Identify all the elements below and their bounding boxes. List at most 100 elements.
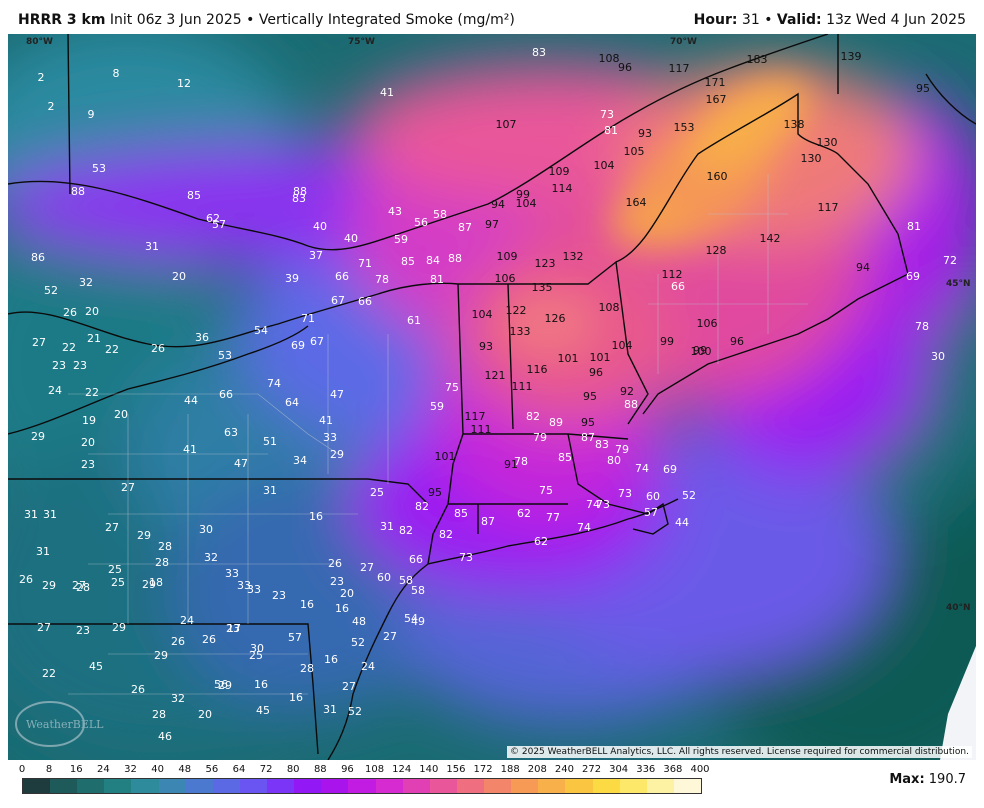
hour-value: 31	[741, 12, 760, 28]
smoke-value-label: 104	[612, 339, 633, 352]
smoke-value-label: 167	[706, 93, 727, 106]
smoke-value-label: 39	[285, 272, 299, 285]
smoke-value-label: 41	[183, 443, 197, 456]
colorbar-segment	[673, 779, 702, 793]
smoke-value-label: 78	[915, 320, 929, 333]
smoke-value-label: 81	[907, 220, 921, 233]
smoke-value-label: 88	[448, 252, 462, 265]
smoke-value-label: 19	[82, 414, 96, 427]
smoke-value-label: 20	[172, 270, 186, 283]
smoke-value-label: 104	[472, 308, 493, 321]
init-time: Init 06z 3 Jun 2025	[109, 12, 242, 28]
smoke-value-label: 56	[214, 678, 228, 691]
smoke-value-label: 56	[414, 216, 428, 229]
smoke-value-label: 95	[583, 390, 597, 403]
smoke-value-label: 46	[158, 730, 172, 743]
smoke-value-label: 94	[491, 198, 505, 211]
colorbar-segment	[484, 779, 512, 793]
smoke-value-label: 16	[324, 653, 338, 666]
colorbar-tick: 96	[341, 764, 354, 775]
colorbar-tick: 108	[365, 764, 385, 775]
colorbar-segment	[565, 779, 593, 793]
smoke-value-label: 63	[224, 426, 238, 439]
smoke-value-label: 52	[44, 284, 58, 297]
smoke-value-label: 29	[137, 529, 151, 542]
watermark-text: WeatherBELL	[26, 718, 104, 731]
smoke-value-label: 101	[590, 351, 611, 364]
valid-value: 13z Wed 4 Jun 2025	[826, 12, 966, 28]
smoke-value-label: 87	[481, 515, 495, 528]
smoke-value-label: 16	[289, 691, 303, 704]
smoke-value-label: 58	[411, 584, 425, 597]
smoke-value-label: 48	[352, 615, 366, 628]
smoke-value-label: 22	[62, 341, 76, 354]
smoke-value-label: 12	[177, 77, 191, 90]
smoke-value-label: 27	[72, 579, 86, 592]
colorbar-tick: 0	[18, 764, 26, 775]
colorbar-tick: 140	[419, 764, 439, 775]
smoke-value-label: 78	[514, 455, 528, 468]
smoke-value-label: 106	[495, 272, 516, 285]
smoke-value-label: 57	[288, 631, 302, 644]
smoke-value-label: 88	[71, 185, 85, 198]
max-label: Max:	[889, 772, 925, 787]
smoke-map: 80°W 75°W 70°W 45°N 40°N WeatherBELL 281…	[8, 34, 976, 760]
product-name: Vertically Integrated Smoke (mg/m²)	[258, 12, 515, 28]
colorbar	[22, 778, 702, 794]
colorbar-tick: 88	[313, 764, 327, 775]
smoke-value-label: 51	[263, 435, 277, 448]
smoke-value-label: 33	[247, 583, 261, 596]
valid-time-info: Hour: 31 • Valid: 13z Wed 4 Jun 2025	[694, 12, 966, 28]
smoke-value-label: 85	[401, 255, 415, 268]
smoke-value-label: 82	[399, 524, 413, 537]
smoke-value-label: 130	[801, 152, 822, 165]
smoke-value-label: 74	[635, 462, 649, 475]
smoke-value-label: 40	[313, 220, 327, 233]
smoke-value-label: 117	[818, 201, 839, 214]
smoke-value-label: 52	[351, 636, 365, 649]
smoke-value-label: 16	[335, 602, 349, 615]
smoke-value-label: 69	[291, 339, 305, 352]
colorbar-tick: 240	[554, 764, 574, 775]
smoke-value-label: 132	[563, 250, 584, 263]
smoke-value-label: 95	[916, 82, 930, 95]
smoke-value-label: 32	[171, 692, 185, 705]
smoke-value-label: 130	[817, 136, 838, 149]
smoke-value-label: 26	[151, 342, 165, 355]
smoke-value-label: 89	[549, 416, 563, 429]
smoke-value-label: 23	[76, 624, 90, 637]
smoke-value-label: 108	[599, 301, 620, 314]
colorbar-tick: 48	[178, 764, 192, 775]
smoke-value-label: 84	[426, 254, 440, 267]
smoke-value-label: 20	[81, 436, 95, 449]
smoke-value-label: 25	[111, 576, 125, 589]
smoke-value-label: 2	[38, 71, 45, 84]
smoke-value-label: 26	[328, 557, 342, 570]
smoke-value-label: 66	[409, 553, 423, 566]
smoke-value-label: 108	[599, 52, 620, 65]
smoke-value-label: 31	[145, 240, 159, 253]
smoke-value-label: 109	[549, 165, 570, 178]
colorbar-segment	[375, 779, 403, 793]
colorbar-segment	[511, 779, 539, 793]
colorbar-segment	[456, 779, 485, 793]
colorbar-segment	[348, 779, 376, 793]
smoke-value-label: 160	[707, 170, 728, 183]
smoke-value-label: 83	[532, 46, 546, 59]
smoke-value-label: 71	[301, 312, 315, 325]
smoke-value-label: 78	[375, 273, 389, 286]
smoke-value-label: 36	[195, 331, 209, 344]
colorbar-segment	[50, 779, 78, 793]
coord-label-80w: 80°W	[26, 37, 53, 47]
smoke-value-label: 20	[340, 587, 354, 600]
coord-label-70w: 70°W	[670, 37, 697, 47]
smoke-value-label: 16	[309, 510, 323, 523]
map-svg: 80°W 75°W 70°W 45°N 40°N WeatherBELL 2 81…	[8, 34, 976, 760]
smoke-value-label: 32	[79, 276, 93, 289]
smoke-value-label: 41	[319, 414, 333, 427]
smoke-value-label: 59	[394, 233, 408, 246]
smoke-value-label: 100	[691, 345, 712, 358]
map-header: HRRR 3 km Init 06z 3 Jun 2025 • Vertical…	[0, 0, 984, 34]
smoke-value-label: 105	[624, 145, 645, 158]
smoke-value-label: 29	[330, 448, 344, 461]
